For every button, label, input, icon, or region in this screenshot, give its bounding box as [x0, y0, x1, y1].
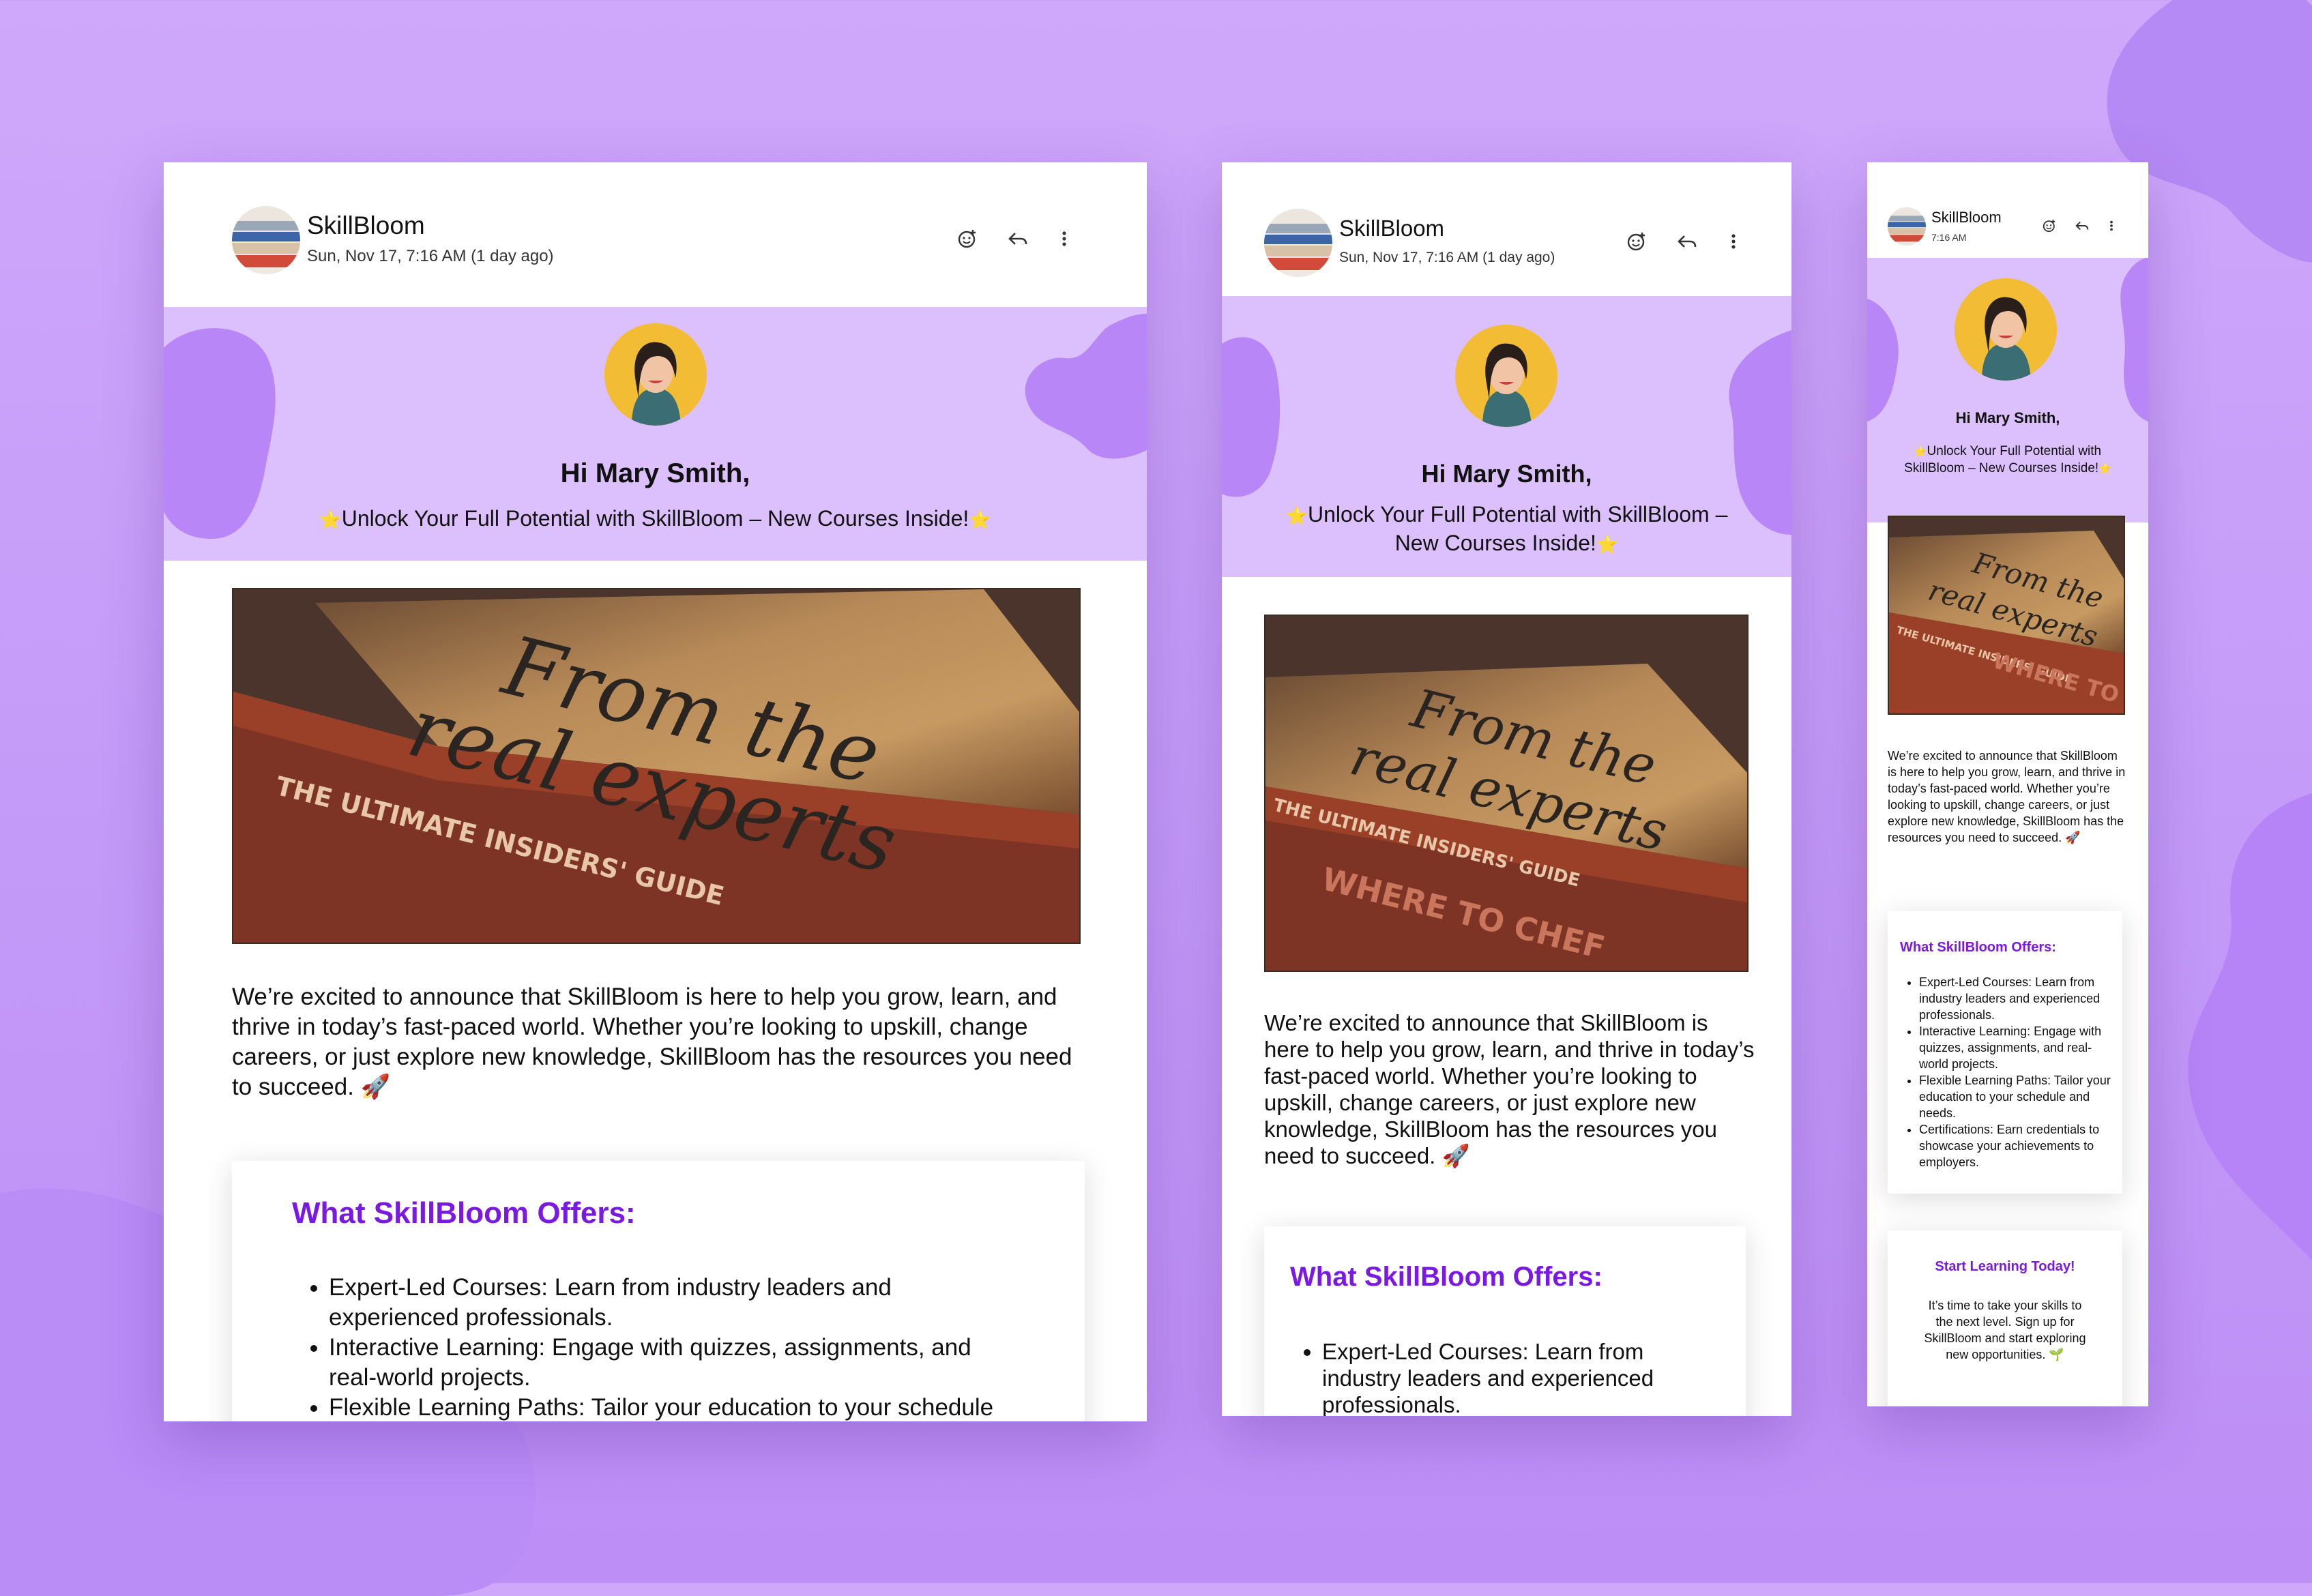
greeting-text: Hi Mary Smith,	[1955, 409, 2060, 426]
sender-name: SkillBloom	[1931, 209, 2002, 226]
cta-text: It’s time to take your skills to the nex…	[1924, 1299, 2086, 1361]
intro-paragraph: We’re excited to announce that SkillBloo…	[1264, 1010, 1755, 1168]
recipient-avatar	[1955, 278, 2057, 381]
hero-image: From the real experts THE ULTIMATE INSID…	[232, 588, 1081, 944]
intro-paragraph: We’re excited to announce that SkillBloo…	[232, 984, 1072, 1100]
offers-list-item: Expert-Led Courses: Learn from industry …	[1322, 1338, 1704, 1416]
subject-line: ⭐Unlock Your Full Potential with SkillBl…	[319, 506, 991, 531]
more-vertical-icon[interactable]	[1729, 231, 1738, 252]
emoji-react-icon[interactable]	[1626, 231, 1648, 252]
sender-name: SkillBloom	[1339, 216, 1445, 241]
greeting-text: Hi Mary Smith,	[1421, 460, 1592, 488]
offers-list: Expert-Led Courses: Learn from industry …	[329, 1273, 1011, 1421]
header-actions	[2042, 218, 2114, 233]
greeting-banner: Hi Mary Smith, ⭐Unlock Your Full Potenti…	[1222, 296, 1791, 577]
reply-icon[interactable]	[1676, 231, 1698, 252]
header-actions	[956, 228, 1068, 250]
offers-title: What SkillBloom Offers:	[1900, 940, 2056, 955]
banner-blob-right	[2120, 258, 2148, 422]
reply-icon[interactable]	[1007, 228, 1029, 250]
email-preview-tablet: SkillBloom Sun, Nov 17, 7:16 AM (1 day a…	[1222, 162, 1791, 1416]
sender-logo	[1264, 209, 1332, 277]
offers-list-item: Flexible Learning Paths: Tailor your edu…	[1919, 1072, 2114, 1121]
sender-logo	[232, 206, 300, 274]
banner-blob-left	[1867, 299, 1899, 422]
banner-blob-right	[1025, 314, 1147, 459]
intro-paragraph: We’re excited to announce that SkillBloo…	[1888, 749, 2126, 844]
recipient-avatar	[604, 323, 707, 426]
email-date: Sun, Nov 17, 7:16 AM (1 day ago)	[1339, 250, 1555, 265]
email-date: 7:16 AM	[1931, 232, 1967, 243]
subject-line: ⭐Unlock Your Full Potential with SkillBl…	[1285, 502, 1728, 555]
offers-list-item: Interactive Learning: Engage with quizze…	[1919, 1023, 2114, 1072]
email-header: SkillBloom 7:16 AM	[1867, 162, 2148, 258]
cta-title: Start Learning Today!	[1935, 1259, 2075, 1274]
offers-card: What SkillBloom Offers: Expert-Led Cours…	[232, 1161, 1085, 1421]
email-preview-desktop: SkillBloom Sun, Nov 17, 7:16 AM (1 day a…	[164, 162, 1147, 1421]
offers-list-item: Certifications: Earn credentials to show…	[1919, 1121, 2114, 1170]
header-actions	[1626, 231, 1738, 252]
offers-list: Expert-Led Courses: Learn from industry …	[1919, 974, 2114, 1170]
hero-image: From the real experts THE ULTIMATE INSID…	[1888, 516, 2125, 715]
email-header: SkillBloom Sun, Nov 17, 7:16 AM (1 day a…	[1222, 162, 1791, 296]
email-preview-mobile: SkillBloom 7:16 AM Hi Mary Smith, ⭐Unloc…	[1867, 162, 2148, 1406]
reply-icon[interactable]	[2075, 218, 2090, 233]
offers-list-item: Interactive Learning: Engage with quizze…	[329, 1333, 1011, 1393]
email-date: Sun, Nov 17, 7:16 AM (1 day ago)	[307, 247, 554, 265]
offers-card: What SkillBloom Offers: Expert-Led Cours…	[1264, 1226, 1746, 1416]
star-icon: ⭐	[319, 509, 342, 530]
offers-list-item: Expert-Led Courses: Learn from industry …	[1919, 974, 2114, 1023]
offers-card: What SkillBloom Offers: Expert-Led Cours…	[1888, 911, 2122, 1194]
emoji-react-icon[interactable]	[2042, 218, 2057, 233]
star-icon: ⭐	[1285, 505, 1308, 526]
star-icon: ⭐	[1914, 446, 1927, 458]
emoji-react-icon[interactable]	[956, 228, 978, 250]
greeting-banner: Hi Mary Smith, ⭐Unlock Your Full Potenti…	[1867, 258, 2148, 522]
offers-list: Expert-Led Courses: Learn from industry …	[1322, 1338, 1704, 1416]
greeting-banner: Hi Mary Smith, ⭐Unlock Your Full Potenti…	[164, 307, 1147, 561]
sender-name: SkillBloom	[307, 211, 425, 239]
star-icon: ⭐	[2098, 463, 2111, 475]
offers-title: What SkillBloom Offers:	[1290, 1262, 1603, 1292]
more-vertical-icon[interactable]	[1060, 228, 1068, 250]
more-vertical-icon[interactable]	[2109, 218, 2114, 233]
sender-logo	[1888, 207, 1926, 246]
greeting-text: Hi Mary Smith,	[560, 458, 750, 488]
cta-card: Start Learning Today! It’s time to take …	[1888, 1230, 2122, 1406]
email-header: SkillBloom Sun, Nov 17, 7:16 AM (1 day a…	[164, 162, 1147, 307]
offers-list-item: Flexible Learning Paths: Tailor your edu…	[329, 1393, 1011, 1421]
offers-list-item: Expert-Led Courses: Learn from industry …	[329, 1273, 1011, 1333]
star-icon: ⭐	[969, 509, 991, 530]
subject-line: ⭐Unlock Your Full Potential with SkillBl…	[1904, 444, 2111, 475]
star-icon: ⭐	[1596, 534, 1619, 555]
hero-image: From the real experts THE ULTIMATE INSID…	[1264, 615, 1748, 972]
offers-title: What SkillBloom Offers:	[292, 1196, 636, 1230]
recipient-avatar	[1455, 325, 1557, 427]
